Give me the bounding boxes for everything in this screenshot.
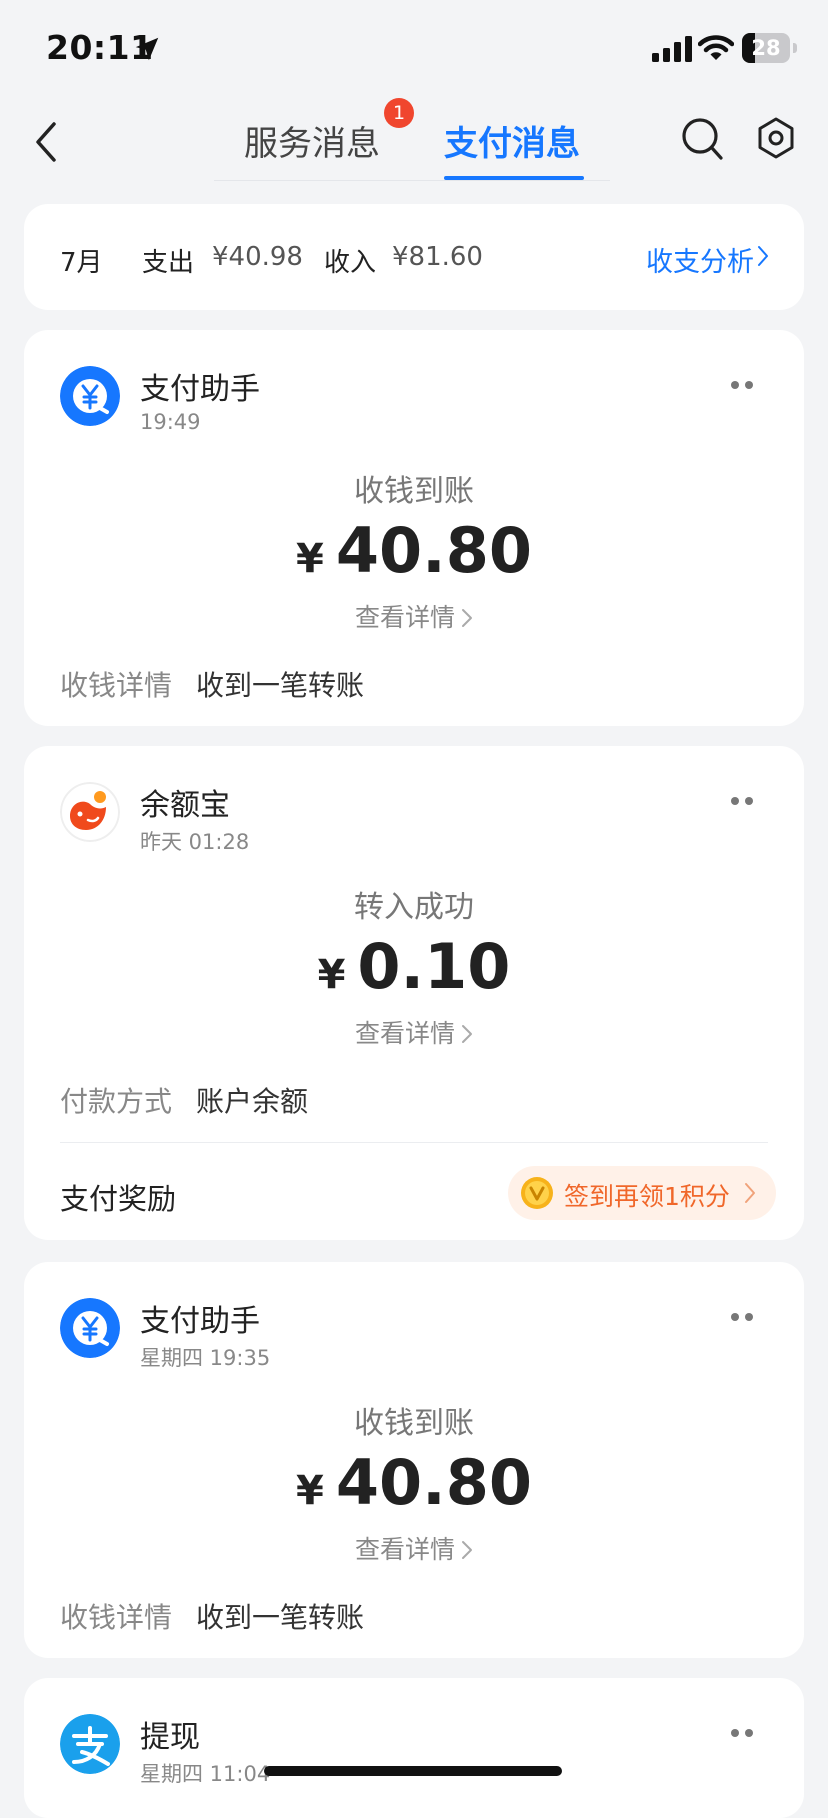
- chevron-right-icon: [462, 609, 472, 627]
- check-in-reward-button[interactable]: 签到再领1积分: [508, 1166, 776, 1220]
- amount-value: 0.10: [357, 930, 511, 1003]
- more-dots-icon[interactable]: [730, 380, 754, 390]
- battery-level: 28: [751, 36, 781, 60]
- yuan-coin-icon: [60, 366, 120, 426]
- reward-label: 支付奖励: [60, 1182, 177, 1216]
- currency-symbol: ¥: [296, 1468, 324, 1514]
- card-divider: [60, 1142, 768, 1143]
- battery-cap: [793, 43, 797, 53]
- chevron-right-icon: [745, 1183, 755, 1203]
- currency-symbol: ¥: [296, 536, 324, 582]
- message-card[interactable]: 支付助手 19:49 收钱到账 ¥40.80 查看详情 收钱详情 收到一笔转账: [24, 330, 804, 726]
- message-amount: ¥40.80: [24, 1446, 804, 1519]
- message-amount: ¥40.80: [24, 514, 804, 587]
- tab-service-messages[interactable]: 服务消息: [244, 116, 380, 165]
- expense-value: ¥40.98: [212, 242, 303, 272]
- chevron-right-icon[interactable]: [756, 244, 770, 268]
- coin-icon: [521, 1177, 553, 1209]
- info-value: 收到一笔转账: [196, 1601, 365, 1634]
- chevron-left-icon[interactable]: [30, 120, 62, 164]
- alipay-icon: [60, 1714, 120, 1774]
- message-time: 星期四 19:35: [140, 1346, 271, 1370]
- info-label: 收钱详情: [60, 1601, 173, 1634]
- message-title: 收钱到账: [354, 1406, 474, 1441]
- tab-payment-messages[interactable]: 支付消息: [444, 116, 580, 165]
- view-details-label: 查看详情: [354, 603, 455, 632]
- payment-method-label: 付款方式: [60, 1085, 173, 1118]
- nav-bar: 服务消息 1 支付消息: [0, 96, 828, 188]
- message-time: 星期四 11:04: [140, 1762, 271, 1786]
- sender-name: 提现: [140, 1720, 200, 1755]
- income-value: ¥81.60: [392, 242, 483, 272]
- more-dots-icon[interactable]: [730, 796, 754, 806]
- sender-name: 余额宝: [140, 788, 230, 823]
- monthly-summary-card: 7月 支出 ¥40.98 收入 ¥81.60 收支分析: [24, 204, 804, 310]
- currency-symbol: ¥: [317, 952, 346, 998]
- sender-name: 支付助手: [140, 372, 260, 407]
- yuan-coin-icon: [60, 1298, 120, 1358]
- payment-method-value: 账户余额: [196, 1085, 309, 1118]
- more-dots-icon[interactable]: [730, 1728, 754, 1738]
- search-icon[interactable]: [680, 116, 724, 162]
- view-details-link[interactable]: 查看详情: [24, 1530, 804, 1566]
- message-title: 收钱到账: [354, 474, 474, 509]
- status-bar: 20:11 28: [0, 0, 828, 96]
- info-value: 收到一笔转账: [196, 669, 365, 702]
- message-amount: ¥0.10: [24, 930, 804, 1003]
- chevron-right-icon: [462, 1025, 472, 1043]
- battery-indicator: 28: [742, 33, 790, 63]
- view-details-label: 查看详情: [354, 1535, 455, 1564]
- wifi-icon: [698, 35, 734, 60]
- location-arrow-icon: [135, 37, 159, 61]
- home-indicator[interactable]: [264, 1766, 562, 1776]
- message-title: 转入成功: [354, 890, 474, 925]
- more-dots-icon[interactable]: [730, 1312, 754, 1322]
- view-details-link[interactable]: 查看详情: [24, 598, 804, 634]
- message-card[interactable]: 提现 星期四 11:04: [24, 1678, 804, 1818]
- summary-month[interactable]: 7月: [60, 242, 103, 279]
- view-details-link[interactable]: 查看详情: [24, 1014, 804, 1050]
- signal-bars-icon: [652, 36, 692, 62]
- reward-action-label: 签到再领1积分: [564, 1182, 730, 1211]
- message-card[interactable]: 支付助手 星期四 19:35 收钱到账 ¥40.80 查看详情 收钱详情 收到一…: [24, 1262, 804, 1658]
- sender-name: 支付助手: [140, 1304, 260, 1339]
- yuebao-icon: [60, 782, 120, 842]
- tab-divider: [214, 180, 610, 181]
- message-card[interactable]: 余额宝 昨天 01:28 转入成功 ¥0.10 查看详情 付款方式 账户余额 支…: [24, 746, 804, 1240]
- info-label: 收钱详情: [60, 669, 173, 702]
- income-label: 收入: [324, 248, 377, 278]
- amount-value: 40.80: [335, 514, 532, 587]
- amount-value: 40.80: [335, 1446, 532, 1519]
- message-time: 19:49: [140, 410, 201, 434]
- gear-icon[interactable]: [754, 116, 798, 160]
- analysis-link[interactable]: 收支分析: [646, 240, 754, 279]
- message-time: 昨天 01:28: [140, 830, 250, 854]
- view-details-label: 查看详情: [354, 1019, 455, 1048]
- expense-label: 支出: [142, 248, 195, 278]
- unread-badge: 1: [384, 98, 414, 128]
- chevron-right-icon: [462, 1541, 472, 1559]
